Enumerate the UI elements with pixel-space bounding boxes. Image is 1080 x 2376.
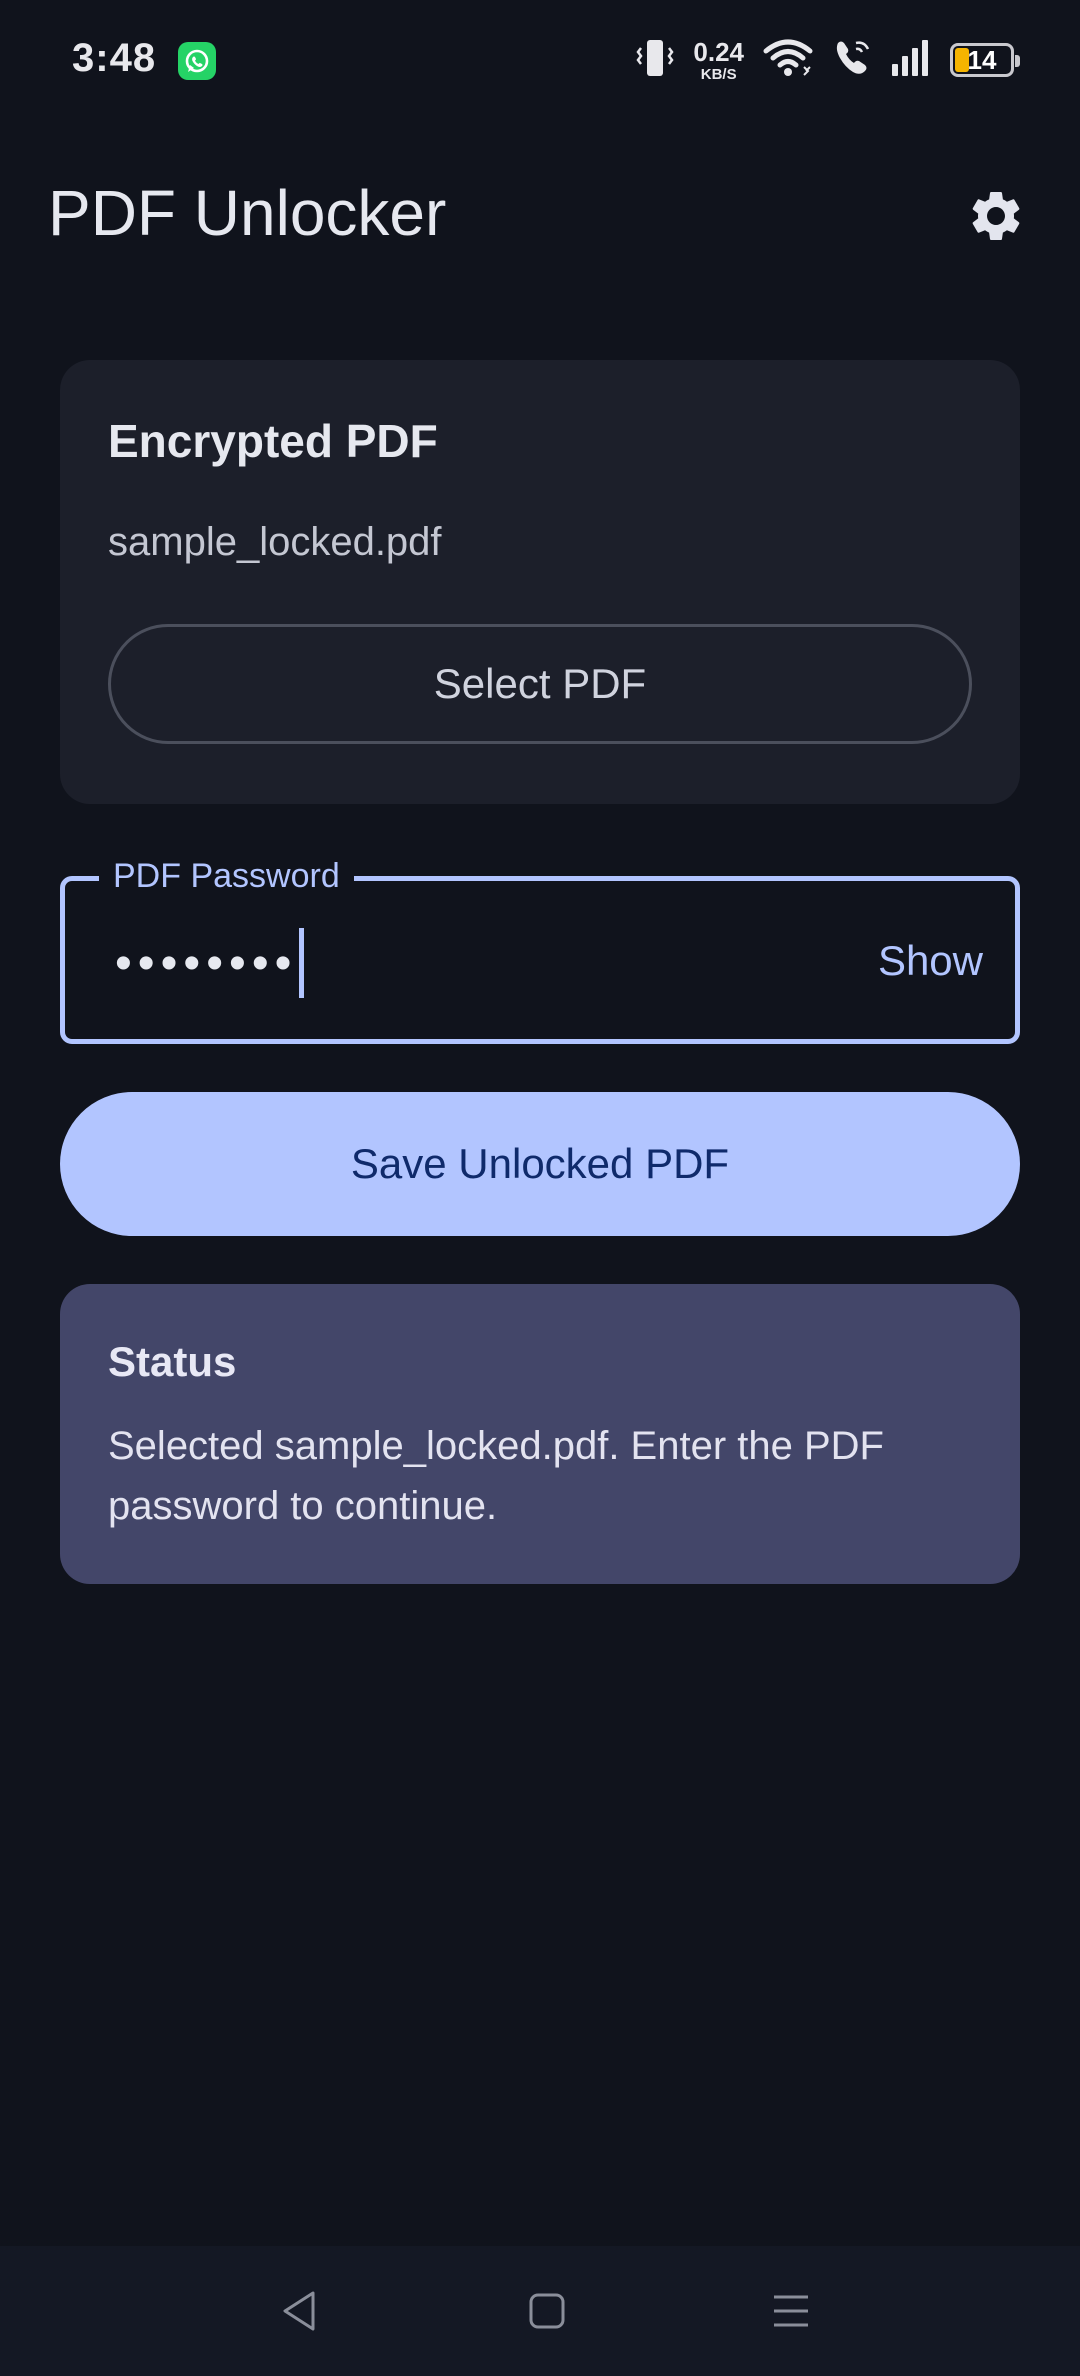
whatsapp-icon [178, 42, 216, 80]
recents-icon [774, 2295, 808, 2327]
network-speed-unit: KB/S [700, 65, 737, 83]
status-icons: 0.24 KB/S 14 [635, 34, 1020, 86]
back-icon [283, 2291, 315, 2331]
pdf-password-field[interactable]: PDF Password •••••••• Show [60, 857, 1020, 1044]
save-unlocked-pdf-button[interactable]: Save Unlocked PDF [60, 1092, 1020, 1236]
battery-level: 14 [967, 44, 997, 75]
pdf-password-value: •••••••• [115, 936, 298, 990]
signal-icon [890, 38, 932, 83]
nav-back-button[interactable] [264, 2276, 334, 2346]
page-title: PDF Unlocker [48, 177, 447, 249]
network-speed-value: 0.24 [693, 36, 744, 67]
app-screen: 3:48 0.24 KB/S 14 PDF Unlocker Encrypted… [0, 0, 1080, 2376]
pdf-password-input[interactable]: •••••••• [115, 928, 305, 998]
show-password-toggle[interactable]: Show [878, 937, 983, 985]
pdf-password-label: PDF Password [99, 857, 354, 896]
vibrate-icon [635, 36, 675, 85]
wifi-icon [762, 37, 814, 84]
text-cursor [299, 928, 305, 998]
encrypted-pdf-card: Encrypted PDF sample_locked.pdf Select P… [60, 360, 1020, 804]
network-speed: 0.24 KB/S [693, 39, 744, 82]
status-time: 3:48 [72, 36, 157, 80]
battery-icon: 14 [950, 43, 1020, 77]
wifi-call-icon [832, 37, 872, 84]
encrypted-pdf-title: Encrypted PDF [108, 415, 438, 467]
status-bar: 3:48 0.24 KB/S 14 [0, 0, 1080, 120]
status-title: Status [108, 1338, 237, 1385]
settings-button[interactable] [962, 182, 1030, 250]
system-nav-bar [0, 2246, 1080, 2376]
select-pdf-button[interactable]: Select PDF [108, 624, 972, 744]
status-message: Selected sample_locked.pdf. Enter the PD… [108, 1424, 884, 1528]
gear-icon [972, 192, 1020, 240]
nav-recents-button[interactable] [756, 2276, 826, 2346]
home-icon [529, 2293, 565, 2329]
selected-file-name: sample_locked.pdf [108, 520, 442, 564]
nav-home-button[interactable] [512, 2276, 582, 2346]
status-card: Status Selected sample_locked.pdf. Enter… [60, 1284, 1020, 1584]
